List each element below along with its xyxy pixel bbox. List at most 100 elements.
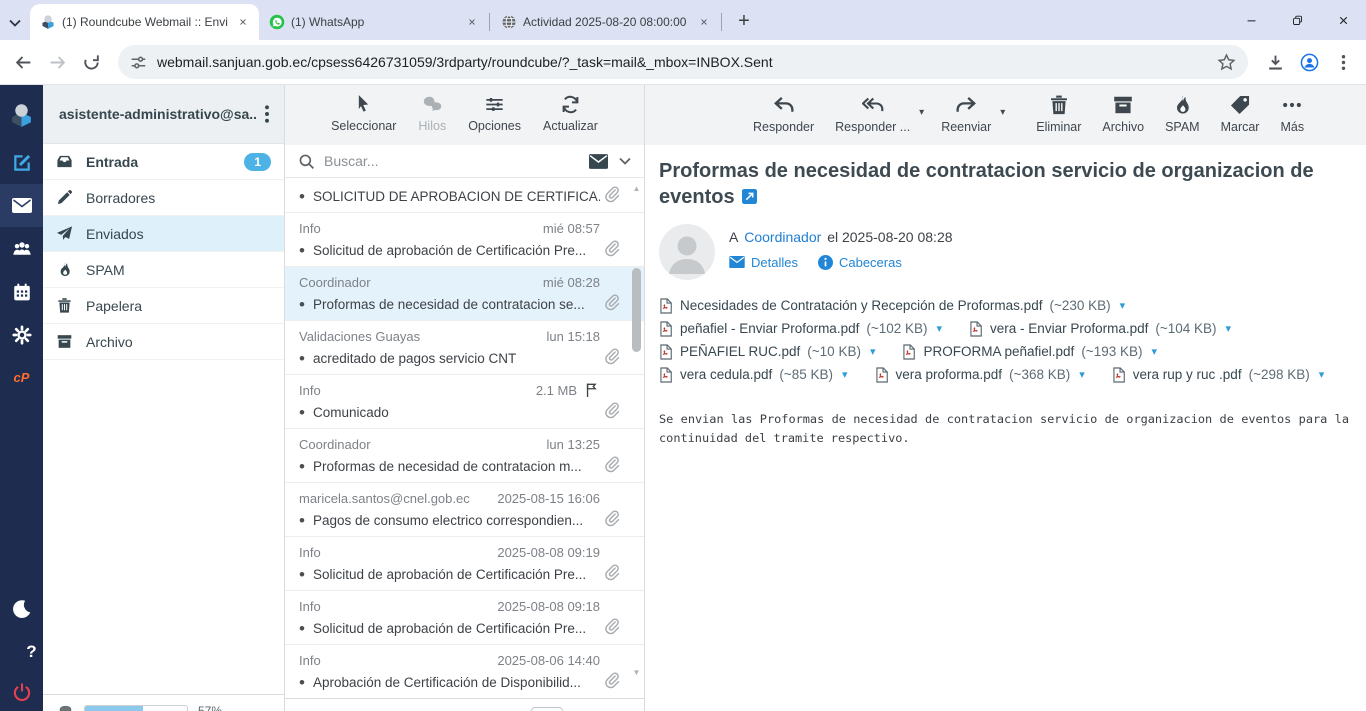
message-list-item[interactable]: maricela.santos@cnel.gob.ec 2025-08-15 1… — [285, 483, 644, 537]
attachment-name: vera proforma.pdf — [896, 367, 1003, 382]
minimize-button[interactable] — [1228, 0, 1274, 40]
search-icon[interactable] — [298, 153, 315, 170]
sidebar-item-spam[interactable]: SPAM — [43, 252, 284, 288]
attachment-chip[interactable]: vera cedula.pdf (~85 KB) ▾ — [659, 367, 848, 383]
page-number-input[interactable] — [531, 707, 563, 711]
sidebar-item-papelera[interactable]: Papelera — [43, 288, 284, 324]
address-bar[interactable]: webmail.sanjuan.gob.ec/cpsess6426731059/… — [118, 45, 1248, 79]
message-list-item[interactable]: Info 2025-08-06 14:40 • Aprobación de Ce… — [285, 645, 644, 699]
tab-search-chevron-icon[interactable] — [0, 6, 30, 40]
refresh-button[interactable]: Actualizar — [543, 94, 598, 145]
more-button[interactable]: Más — [1280, 94, 1304, 134]
attachment-menu-caret-icon[interactable]: ▾ — [1151, 345, 1157, 358]
cpanel-logo-icon[interactable]: cP — [0, 356, 43, 399]
search-scope-envelope-icon[interactable] — [589, 154, 608, 169]
calendar-nav-button[interactable] — [0, 270, 43, 313]
message-list-item[interactable]: Validaciones Guayas lun 15:18 • acredita… — [285, 321, 644, 375]
search-input[interactable] — [324, 153, 580, 169]
tab-close-icon[interactable] — [234, 14, 251, 31]
mail-nav-button[interactable] — [0, 184, 43, 227]
attachment-chip[interactable]: vera rup y ruc .pdf (~298 KB) ▾ — [1112, 367, 1325, 383]
forward-caret-icon[interactable]: ▾ — [1000, 107, 1005, 118]
tab-close-icon[interactable] — [695, 14, 712, 31]
close-window-button[interactable] — [1320, 0, 1366, 40]
pdf-icon — [969, 321, 983, 337]
select-button[interactable]: Seleccionar — [331, 94, 396, 145]
attachment-chip[interactable]: peñafiel - Enviar Proforma.pdf (~102 KB)… — [659, 321, 942, 337]
logout-button[interactable] — [0, 673, 43, 711]
message-list-pane: Seleccionar Hilos Opciones Actualizar — [285, 85, 645, 711]
search-options-chevron-icon[interactable] — [619, 157, 631, 165]
mark-button[interactable]: Marcar — [1221, 94, 1260, 134]
attachment-menu-caret-icon[interactable]: ▾ — [1319, 368, 1325, 381]
external-link-icon[interactable] — [742, 189, 757, 204]
browser-tab-whatsapp[interactable]: (1) WhatsApp — [259, 4, 488, 40]
delete-button[interactable]: Eliminar — [1036, 94, 1081, 134]
help-button[interactable]: ? — [0, 630, 43, 673]
downloads-button[interactable] — [1258, 45, 1292, 79]
headers-toggle[interactable]: Cabeceras — [818, 255, 902, 270]
sidebar-item-entrada[interactable]: Entrada 1 — [43, 144, 284, 180]
scroll-up-arrow[interactable]: ▲ — [630, 184, 643, 193]
scroll-down-arrow[interactable]: ▼ — [630, 668, 643, 677]
tab-close-icon[interactable] — [463, 14, 480, 31]
message-list-item[interactable]: Info 2025-08-08 09:19 • Solicitud de apr… — [285, 537, 644, 591]
quota-bar — [84, 705, 188, 711]
message-list-item[interactable]: Info 2.1 MB • Comunicado — [285, 375, 644, 429]
message-list-item[interactable]: Info mié 08:57 • Solicitud de aprobación… — [285, 213, 644, 267]
browser-menu-button[interactable] — [1326, 45, 1360, 79]
sidebar-item-borradores[interactable]: Borradores — [43, 180, 284, 216]
unread-badge: 1 — [244, 153, 271, 171]
profile-button[interactable] — [1292, 45, 1326, 79]
archive-button[interactable]: Archivo — [1102, 94, 1144, 134]
sidebar-item-enviados[interactable]: Enviados — [43, 216, 284, 252]
options-button[interactable]: Opciones — [468, 94, 521, 145]
attachment-icon — [603, 348, 620, 365]
browser-tab-strip: (1) Roundcube Webmail :: Envia (1) Whats… — [0, 0, 1366, 40]
list-scrollbar[interactable]: ▲ ▼ — [630, 178, 643, 683]
bookmark-star-icon[interactable] — [1217, 53, 1236, 72]
threads-button[interactable]: Hilos — [418, 94, 446, 145]
back-button[interactable] — [6, 45, 40, 79]
attachment-chip[interactable]: PEÑAFIEL RUC.pdf (~10 KB) ▾ — [659, 344, 875, 360]
message-list-item[interactable]: • SOLICITUD DE APROBACION DE CERTIFICA..… — [285, 178, 644, 213]
forward-button[interactable]: Reenviar ▾ — [941, 94, 991, 134]
reply-all-button[interactable]: Responder ... ▾ — [835, 94, 910, 134]
attachment-menu-caret-icon[interactable]: ▾ — [1226, 322, 1232, 335]
compose-button[interactable] — [0, 141, 43, 184]
attachment-menu-caret-icon[interactable]: ▾ — [937, 322, 943, 335]
details-toggle[interactable]: Detalles — [729, 255, 798, 270]
attachment-menu-caret-icon[interactable]: ▾ — [1120, 299, 1126, 312]
sidebar-item-archivo[interactable]: Archivo — [43, 324, 284, 360]
restore-button[interactable] — [1274, 0, 1320, 40]
message-list-item[interactable]: Info 2025-08-08 09:18 • Solicitud de apr… — [285, 591, 644, 645]
account-menu-icon[interactable] — [256, 103, 278, 125]
settings-nav-button[interactable] — [0, 313, 43, 356]
reply-all-caret-icon[interactable]: ▾ — [919, 107, 924, 118]
attachment-menu-caret-icon[interactable]: ▾ — [870, 345, 876, 358]
new-tab-button[interactable]: + — [729, 6, 759, 36]
recipient-link[interactable]: Coordinador — [744, 229, 821, 245]
url-text[interactable]: webmail.sanjuan.gob.ec/cpsess6426731059/… — [157, 54, 1209, 70]
scrollbar-thumb[interactable] — [632, 268, 641, 352]
attachment-chip[interactable]: vera proforma.pdf (~368 KB) ▾ — [875, 367, 1085, 383]
attachment-chip[interactable]: vera - Enviar Proforma.pdf (~104 KB) ▾ — [969, 321, 1231, 337]
spam-button[interactable]: SPAM — [1165, 94, 1200, 134]
message-list-item[interactable]: Coordinador mié 08:28 • Proformas de nec… — [285, 267, 644, 321]
reply-button[interactable]: Responder — [753, 94, 814, 134]
attachment-chip[interactable]: Necesidades de Contratación y Recepción … — [659, 298, 1125, 314]
dark-mode-button[interactable] — [0, 587, 43, 630]
reload-button[interactable] — [74, 45, 108, 79]
attachment-name: PROFORMA peñafiel.pdf — [923, 344, 1074, 359]
tab-title: (1) WhatsApp — [291, 15, 457, 29]
browser-tab-roundcube[interactable]: (1) Roundcube Webmail :: Envia — [30, 4, 259, 40]
attachment-menu-caret-icon[interactable]: ▾ — [842, 368, 848, 381]
browser-tab-actividad[interactable]: Actividad 2025-08-20 08:00:00 — [491, 4, 720, 40]
attachment-menu-caret-icon[interactable]: ▾ — [1079, 368, 1085, 381]
attachment-icon — [603, 510, 620, 527]
message-list-item[interactable]: Coordinador lun 13:25 • Proformas de nec… — [285, 429, 644, 483]
site-settings-icon[interactable] — [130, 54, 147, 71]
attachment-chip[interactable]: PROFORMA peñafiel.pdf (~193 KB) ▾ — [902, 344, 1157, 360]
contacts-nav-button[interactable] — [0, 227, 43, 270]
forward-button[interactable] — [40, 45, 74, 79]
